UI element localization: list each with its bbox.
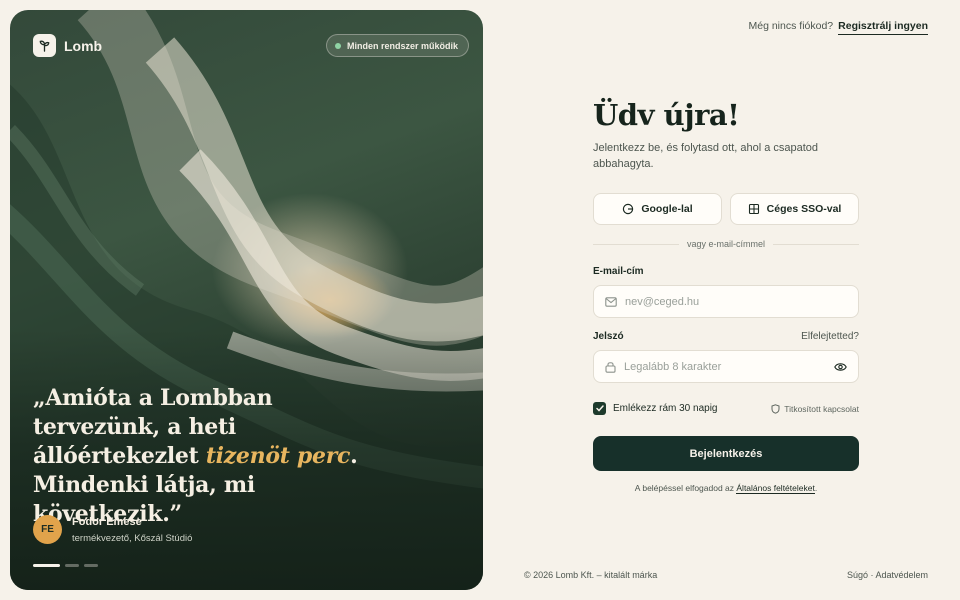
forgot-password-link[interactable]: Elfelejtetted? <box>801 331 859 342</box>
carousel-dot-3[interactable] <box>84 564 98 567</box>
eye-icon[interactable] <box>834 362 847 372</box>
google-icon <box>623 203 634 215</box>
carousel-dot-2[interactable] <box>65 564 79 567</box>
lock-icon <box>605 361 616 373</box>
sso-login-button[interactable]: Céges SSO-val <box>730 193 859 225</box>
email-field[interactable] <box>593 285 859 318</box>
signup-question: Még nincs fiókod? <box>748 20 834 32</box>
brand-name: Lomb <box>64 37 103 54</box>
status-dot-icon <box>335 42 341 49</box>
signup-prompt: Még nincs fiókod? Regisztrálj ingyen <box>748 20 928 35</box>
remember-me[interactable]: Emlékezz rám 30 napig <box>593 402 718 415</box>
testimonial-author: FE Fodor Emese termékvezető, Kőszál Stúd… <box>33 515 192 544</box>
quote-accent: tizenöt perc <box>205 443 351 469</box>
testimonial-quote: „Amióta a Lombban tervezünk, a heti álló… <box>33 384 393 529</box>
password-field[interactable] <box>593 350 859 383</box>
divider-line <box>593 243 679 245</box>
footer-copyright: © 2026 Lomb Kft. – kitalált márka <box>524 570 658 580</box>
grid-icon <box>748 203 759 215</box>
divider-line <box>773 243 860 245</box>
email-input[interactable] <box>625 295 847 308</box>
hero-panel: Lomb Minden rendszer működik „Amióta a L… <box>10 10 483 590</box>
email-label: E-mail-cím <box>593 266 644 277</box>
email-label-row: E-mail-cím <box>593 266 859 277</box>
sprout-icon <box>33 34 56 57</box>
page-subtitle: Jelentkezz be, és folytasd ott, ahol a c… <box>593 142 819 170</box>
password-input[interactable] <box>624 360 826 373</box>
password-label: Jelszó <box>593 331 624 342</box>
google-login-button[interactable]: Google-lal <box>593 193 722 225</box>
avatar: FE <box>33 515 62 544</box>
author-name: Fodor Emese <box>72 515 142 528</box>
remember-checkbox[interactable] <box>593 402 606 415</box>
secure-connection: Titkosított kapcsolat <box>771 404 859 414</box>
remember-label: Emlékezz rám 30 napig <box>613 403 718 414</box>
mail-icon <box>605 296 617 307</box>
signup-link[interactable]: Regisztrálj ingyen <box>838 20 928 35</box>
shield-icon <box>771 403 780 414</box>
secure-label: Titkosított kapcsolat <box>784 403 859 414</box>
divider-text: vagy e-mail-címmel <box>687 239 766 249</box>
author-role: termékvezető, Kőszál Stúdió <box>72 532 193 544</box>
terms-notice: A belépéssel elfogadod az Általános felt… <box>593 483 859 494</box>
carousel-dot-1[interactable] <box>33 564 60 567</box>
terms-prefix: A belépéssel elfogadod az <box>634 483 737 493</box>
sso-login-label: Céges SSO-val <box>766 203 842 215</box>
google-login-label: Google-lal <box>641 203 693 215</box>
system-status-badge: Minden rendszer működik <box>326 34 470 57</box>
status-text: Minden rendszer működik <box>347 40 459 51</box>
or-divider: vagy e-mail-címmel <box>593 239 860 249</box>
terms-link[interactable]: Általános feltételeket <box>736 483 815 494</box>
password-label-row: Jelszó Elfelejtetted? <box>593 331 859 342</box>
carousel-indicators <box>33 564 98 567</box>
check-icon <box>595 405 604 412</box>
login-options: Emlékezz rám 30 napig Titkosított kapcso… <box>593 402 859 415</box>
brand-logo[interactable]: Lomb <box>33 34 102 57</box>
terms-suffix: . <box>814 483 818 493</box>
page-title: Üdv újra! <box>593 98 740 132</box>
footer-links[interactable]: Súgó · Adatvédelem <box>847 570 928 580</box>
login-button[interactable]: Bejelentkezés <box>593 436 859 471</box>
sso-buttons: Google-lal Céges SSO-val <box>593 193 859 225</box>
login-form: Üdv újra! Jelentkezz be, és folytasd ott… <box>593 98 860 494</box>
